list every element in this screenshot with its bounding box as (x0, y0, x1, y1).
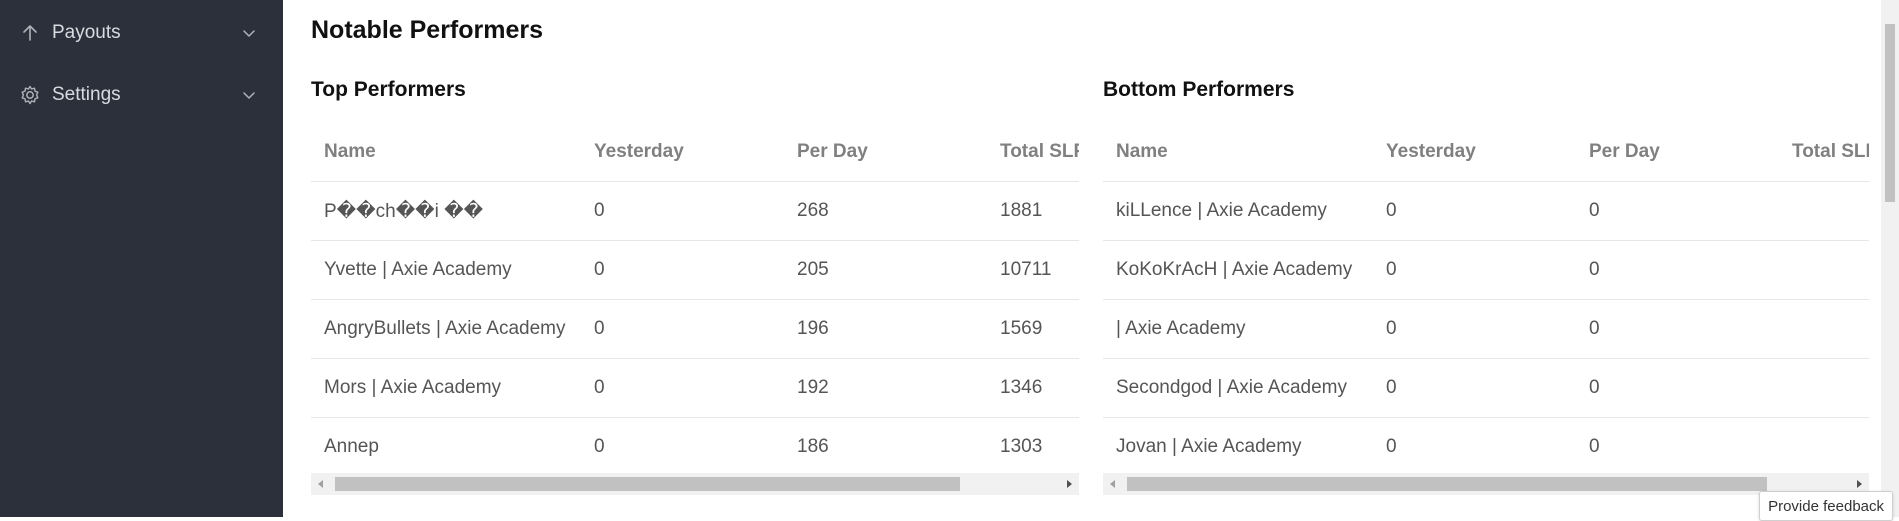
column-header-per-day[interactable]: Per Day (1576, 122, 1779, 182)
column-header-name[interactable]: Name (311, 122, 581, 182)
cell-total: 1346 (987, 358, 1079, 418)
column-header-total[interactable]: Total SLP (1779, 122, 1869, 182)
panel-title: Bottom Performers (1103, 78, 1295, 101)
sidebar-item-label: Settings (52, 84, 121, 105)
cell-per-day: 0 (1576, 417, 1779, 477)
table-row: Mors | Axie Academy 0 192 1346 (311, 358, 1079, 418)
bottom-performers-table: Name Yesterday Per Day Total SLP kiLLenc… (1103, 122, 1869, 477)
cell-per-day: 0 (1576, 240, 1779, 300)
cell-total (1779, 240, 1869, 300)
cell-name: kiLLence | Axie Academy (1103, 181, 1373, 241)
cell-yesterday: 0 (1373, 240, 1576, 300)
table-header-row: Name Yesterday Per Day Total SLP (311, 122, 1079, 182)
page-title: Notable Performers (311, 16, 544, 44)
scrollbar-thumb[interactable] (335, 477, 960, 491)
cell-per-day: 186 (784, 417, 987, 477)
cell-name: AngryBullets | Axie Academy (311, 299, 581, 359)
cell-yesterday: 0 (581, 181, 784, 241)
sidebar-item-settings[interactable]: Settings (0, 70, 283, 120)
table-row: P��ch��i �� 0 268 1881 (311, 181, 1079, 241)
sidebar-item-payouts[interactable]: Payouts (0, 8, 283, 58)
scroll-right-arrow-icon[interactable] (1059, 473, 1079, 495)
column-header-yesterday[interactable]: Yesterday (1373, 122, 1576, 182)
column-header-name[interactable]: Name (1103, 122, 1373, 182)
chevron-down-icon[interactable] (240, 86, 258, 104)
cell-name: Jovan | Axie Academy (1103, 417, 1373, 477)
gear-icon (21, 85, 39, 105)
cell-name: KoKoKrAcH | Axie Academy (1103, 240, 1373, 300)
table-row: Jovan | Axie Academy 0 0 (1103, 417, 1869, 477)
scroll-left-arrow-icon[interactable] (1103, 473, 1123, 495)
bottom-performers-panel: Bottom Performers Name Yesterday Per Day… (1103, 78, 1869, 498)
cell-per-day: 192 (784, 358, 987, 418)
arrow-up-icon (23, 25, 37, 41)
cell-per-day: 0 (1576, 358, 1779, 418)
cell-total (1779, 181, 1869, 241)
cell-total (1779, 417, 1869, 477)
column-header-yesterday[interactable]: Yesterday (581, 122, 784, 182)
sidebar: Payouts Settings (0, 0, 283, 517)
cell-yesterday: 0 (581, 358, 784, 418)
cell-yesterday: 0 (1373, 181, 1576, 241)
cell-per-day: 196 (784, 299, 987, 359)
horizontal-scrollbar[interactable] (311, 473, 1079, 495)
cell-name: Mors | Axie Academy (311, 358, 581, 418)
bottom-performers-table-viewport[interactable]: Name Yesterday Per Day Total SLP kiLLenc… (1103, 122, 1869, 495)
cell-yesterday: 0 (1373, 358, 1576, 418)
table-row: Yvette | Axie Academy 0 205 10711 (311, 240, 1079, 300)
cell-total (1779, 299, 1869, 359)
cell-per-day: 205 (784, 240, 987, 300)
cell-per-day: 268 (784, 181, 987, 241)
horizontal-scrollbar[interactable] (1103, 473, 1869, 495)
cell-total: 1569 (987, 299, 1079, 359)
top-performers-panel: Top Performers Name Yesterday Per Day To… (311, 78, 1079, 498)
main-content: Notable Performers Top Performers Name Y… (283, 0, 1899, 521)
cell-per-day: 0 (1576, 299, 1779, 359)
cell-yesterday: 0 (1373, 299, 1576, 359)
cell-name: | Axie Academy (1103, 299, 1373, 359)
cell-name: Yvette | Axie Academy (311, 240, 581, 300)
sidebar-item-label: Payouts (52, 22, 121, 43)
cell-total (1779, 358, 1869, 418)
table-row: | Axie Academy 0 0 (1103, 299, 1869, 359)
table-row: Annep 0 186 1303 (311, 417, 1079, 477)
cell-name: Annep (311, 417, 581, 477)
scrollbar-thumb[interactable] (1885, 24, 1895, 202)
cell-total: 1303 (987, 417, 1079, 477)
panel-title: Top Performers (311, 78, 466, 101)
table-row: AngryBullets | Axie Academy 0 196 1569 (311, 299, 1079, 359)
scroll-left-arrow-icon[interactable] (311, 473, 331, 495)
cell-yesterday: 0 (581, 240, 784, 300)
column-header-total[interactable]: Total SLP (987, 122, 1079, 182)
cell-per-day: 0 (1576, 181, 1779, 241)
cell-total: 1881 (987, 181, 1079, 241)
cell-name: Secondgod | Axie Academy (1103, 358, 1373, 418)
cell-yesterday: 0 (581, 299, 784, 359)
cell-total: 10711 (987, 240, 1079, 300)
cell-yesterday: 0 (581, 417, 784, 477)
vertical-scrollbar[interactable] (1881, 0, 1899, 517)
table-header-row: Name Yesterday Per Day Total SLP (1103, 122, 1869, 182)
chevron-down-icon[interactable] (240, 24, 258, 42)
table-row: kiLLence | Axie Academy 0 0 (1103, 181, 1869, 241)
table-row: KoKoKrAcH | Axie Academy 0 0 (1103, 240, 1869, 300)
scrollbar-thumb[interactable] (1127, 477, 1767, 491)
table-row: Secondgod | Axie Academy 0 0 (1103, 358, 1869, 418)
cell-yesterday: 0 (1373, 417, 1576, 477)
top-performers-table: Name Yesterday Per Day Total SLP P��ch��… (311, 122, 1079, 477)
top-performers-table-viewport[interactable]: Name Yesterday Per Day Total SLP P��ch��… (311, 122, 1079, 495)
column-header-per-day[interactable]: Per Day (784, 122, 987, 182)
cell-name: P��ch��i �� (311, 181, 581, 241)
